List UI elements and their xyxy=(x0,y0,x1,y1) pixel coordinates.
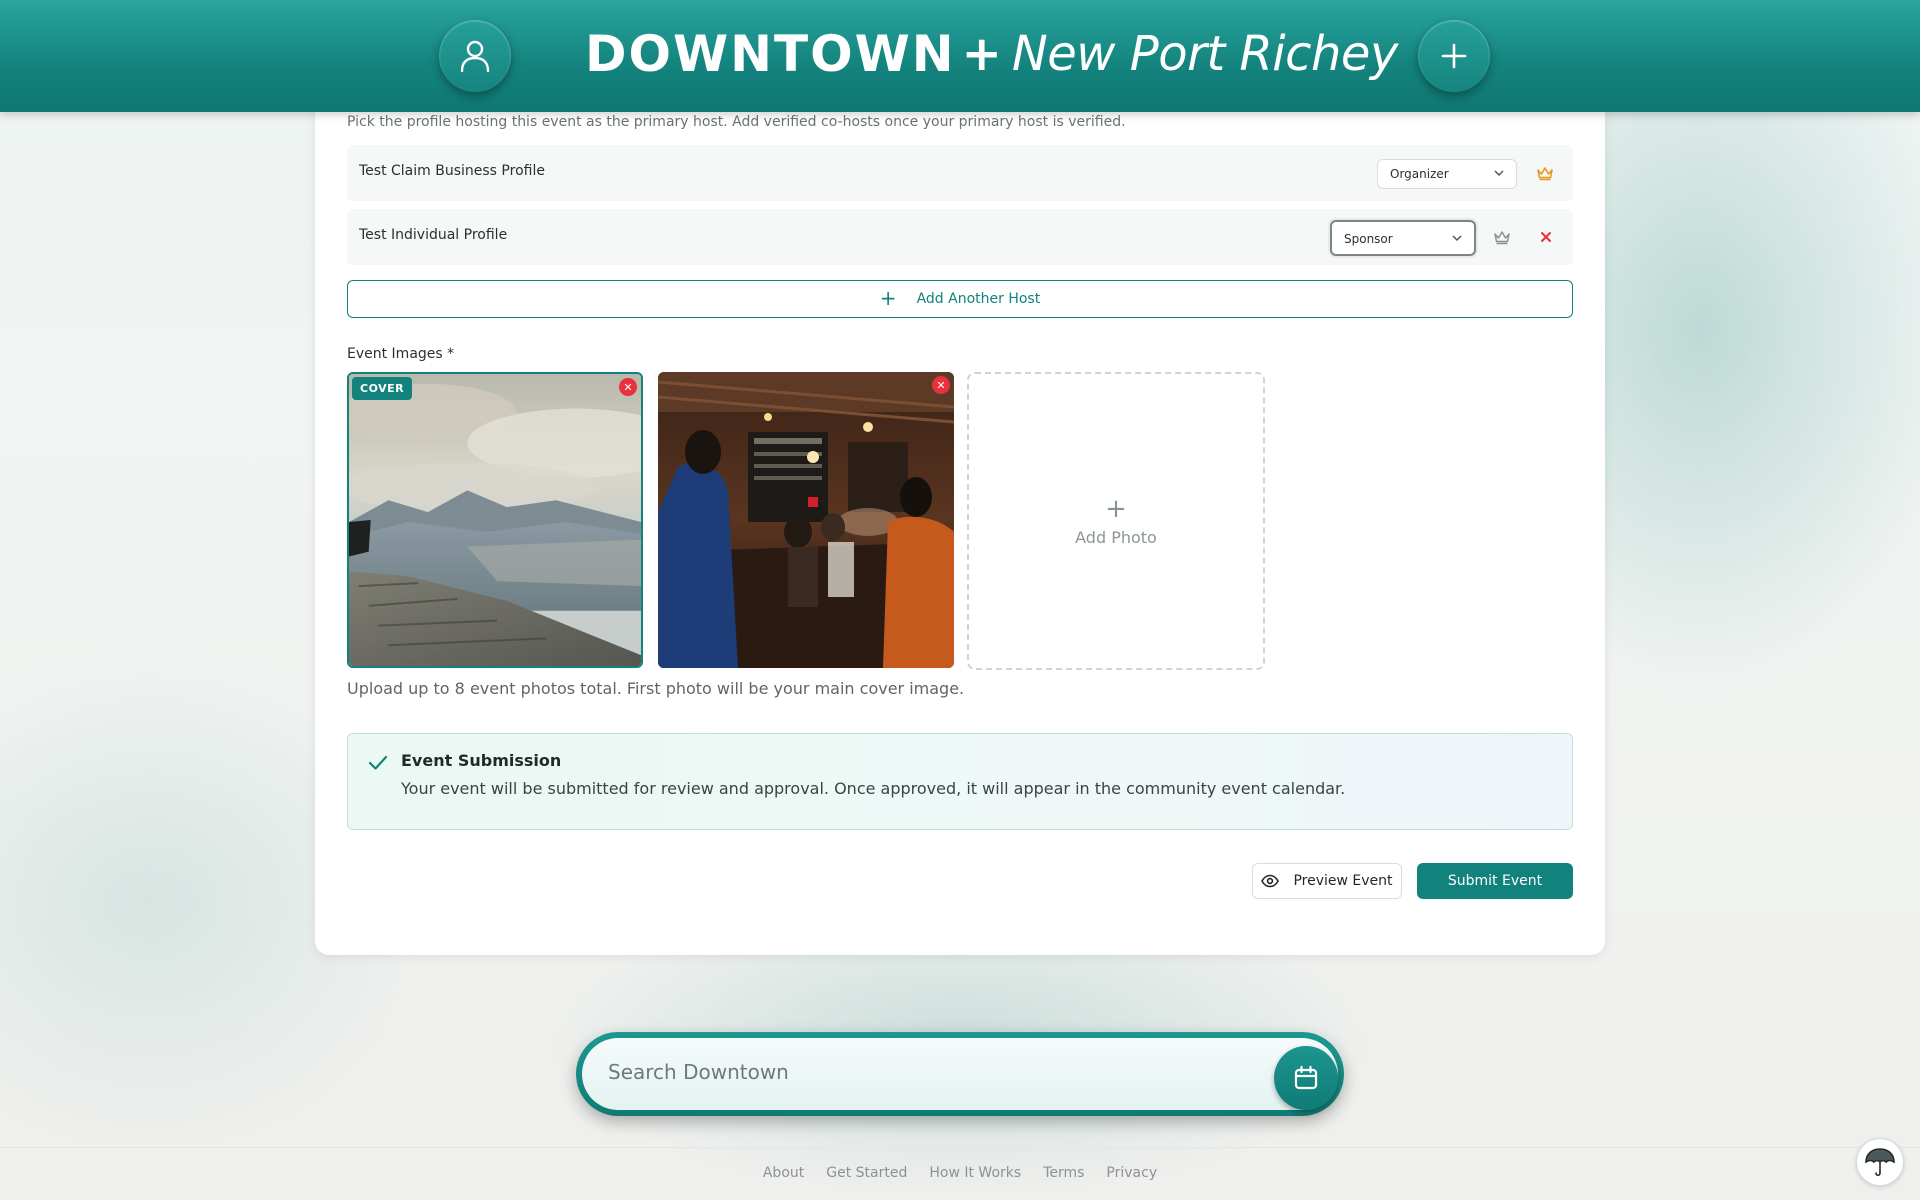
profile-button[interactable] xyxy=(439,20,511,92)
footer-links: About Get Started How It Works Terms Pri… xyxy=(0,1165,1920,1181)
footer-link-get-started[interactable]: Get Started xyxy=(826,1165,907,1181)
host-role-value: Organizer xyxy=(1390,167,1449,181)
footer-link-terms[interactable]: Terms xyxy=(1043,1165,1084,1181)
submit-label: Submit Event xyxy=(1447,873,1543,889)
crown-icon xyxy=(1494,231,1510,245)
notice-title: Event Submission xyxy=(401,751,562,770)
footer-link-privacy[interactable]: Privacy xyxy=(1106,1165,1157,1181)
brand-main: DOWNTOWN xyxy=(585,25,956,83)
event-image-cover[interactable]: COVER ✕ xyxy=(347,372,643,668)
event-images-label: Event Images * xyxy=(347,346,455,362)
add-host-label: Add Another Host xyxy=(916,291,1041,307)
host-role-select[interactable]: Sponsor xyxy=(1330,220,1476,256)
footer-divider xyxy=(0,1147,1920,1148)
check-icon xyxy=(368,755,388,770)
chevron-down-icon xyxy=(1494,170,1504,177)
notice-body: Your event will be submitted for review … xyxy=(401,779,1346,798)
calendar-button[interactable] xyxy=(1274,1046,1338,1110)
search-field-wrapper: Search Downtown xyxy=(582,1038,1338,1110)
plus-icon: + xyxy=(1105,493,1127,524)
remove-image-button[interactable]: ✕ xyxy=(932,376,950,394)
search-input[interactable]: Search Downtown xyxy=(608,1060,1208,1084)
hosts-help-text: Pick the profile hosting this event as t… xyxy=(347,114,1126,130)
umbrella-icon xyxy=(1865,1148,1895,1177)
primary-host-crown-button[interactable] xyxy=(1532,160,1558,186)
app-header: DOWNTOWN + New Port Richey xyxy=(0,0,1920,112)
preview-event-button[interactable]: Preview Event xyxy=(1252,863,1402,899)
event-form-card: Pick the profile hosting this event as t… xyxy=(315,90,1605,955)
add-another-host-button[interactable]: + Add Another Host xyxy=(347,280,1573,318)
brand-city: New Port Richey xyxy=(1011,26,1399,82)
remove-image-button[interactable]: ✕ xyxy=(619,378,637,396)
host-role-select[interactable]: Organizer xyxy=(1377,159,1517,189)
host-name: Test Individual Profile xyxy=(359,227,508,243)
host-name: Test Claim Business Profile xyxy=(359,163,545,179)
cover-badge: COVER xyxy=(352,377,413,400)
remove-host-button[interactable] xyxy=(1533,224,1559,250)
create-event-button[interactable] xyxy=(1418,20,1490,92)
brand-plus: + xyxy=(961,26,1002,82)
host-row: Test Claim Business Profile Organizer xyxy=(347,145,1573,201)
plus-icon: + xyxy=(879,286,897,310)
eye-icon xyxy=(1261,874,1280,888)
host-role-value: Sponsor xyxy=(1344,232,1393,246)
add-photo-label: Add Photo xyxy=(1075,527,1157,547)
user-icon xyxy=(460,40,490,73)
search-bar: Search Downtown xyxy=(576,1032,1344,1116)
crown-icon xyxy=(1537,167,1553,181)
footer-link-how-it-works[interactable]: How It Works xyxy=(929,1165,1021,1181)
mountain-landscape-photo xyxy=(349,374,641,666)
calendar-icon xyxy=(1294,1065,1318,1090)
event-image[interactable]: ✕ xyxy=(658,372,954,668)
umbrella-badge-button[interactable] xyxy=(1856,1138,1904,1186)
close-icon xyxy=(1541,232,1551,242)
submit-event-button[interactable]: Submit Event xyxy=(1417,863,1573,899)
preview-label: Preview Event xyxy=(1293,873,1393,889)
chevron-down-icon xyxy=(1452,235,1462,242)
add-photo-button[interactable]: + Add Photo xyxy=(967,372,1265,670)
footer-link-about[interactable]: About xyxy=(763,1165,804,1181)
submission-notice: Event Submission Your event will be subm… xyxy=(347,733,1573,830)
host-row: Test Individual Profile Sponsor xyxy=(347,209,1573,265)
plus-icon xyxy=(1441,43,1467,69)
upload-note: Upload up to 8 event photos total. First… xyxy=(347,679,965,698)
make-primary-crown-button[interactable] xyxy=(1489,224,1515,250)
brand-logo[interactable]: DOWNTOWN + New Port Richey xyxy=(585,18,1398,90)
bar-interior-photo xyxy=(658,372,954,668)
